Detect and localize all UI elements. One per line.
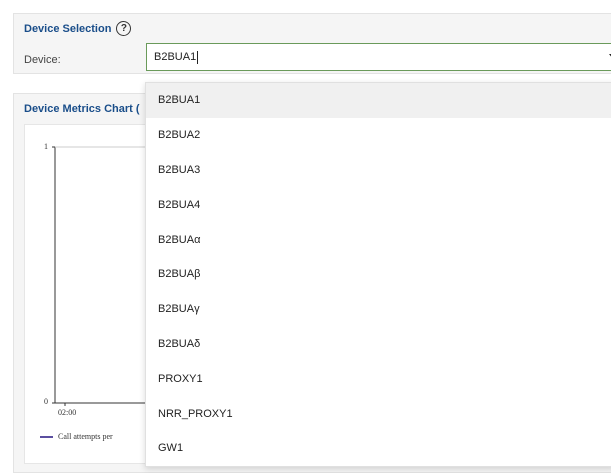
y-tick-label: 1 [44, 142, 48, 151]
text-cursor [197, 50, 199, 64]
dropdown-option[interactable]: B2BUA1 [146, 83, 611, 118]
metrics-chart-title: Device Metrics Chart ( [24, 103, 140, 115]
dropdown-option[interactable]: GW1 [146, 431, 611, 466]
dropdown-option[interactable]: NRR_PROXY1 [146, 396, 611, 431]
device-selection-title: Device Selection [24, 22, 112, 35]
dropdown-option[interactable]: B2BUA2 [146, 118, 611, 153]
device-selection-panel: Device Selection ? Device: B2BUA1 [13, 13, 611, 74]
x-tick-label: 02:00 [58, 408, 77, 417]
legend-swatch [40, 435, 53, 438]
dropdown-option[interactable]: B2BUAβ [146, 257, 611, 292]
dropdown-option[interactable]: B2BUAα [146, 222, 611, 257]
dropdown-option[interactable]: PROXY1 [146, 361, 611, 396]
dropdown-option[interactable]: B2BUAδ [146, 327, 611, 362]
chart-legend: Call attempts per [40, 432, 113, 441]
legend-label: Call attempts per [58, 432, 113, 441]
dropdown-option[interactable]: B2BUA4 [146, 187, 611, 222]
dropdown-option[interactable]: B2BUA3 [146, 153, 611, 188]
dropdown-option[interactable]: B2BUAγ [146, 292, 611, 327]
device-combobox[interactable]: B2BUA1 [146, 43, 611, 71]
help-icon[interactable]: ? [116, 21, 132, 36]
device-label: Device: [24, 54, 61, 66]
device-input-value: B2BUA1 [154, 51, 197, 63]
device-dropdown-list: B2BUA1 B2BUA2 B2BUA3 B2BUA4 B2BUAα B2BUAβ B2BU… [145, 82, 611, 467]
device-selection-header: Device Selection ? [24, 21, 132, 36]
y-tick-label: 0 [44, 397, 48, 406]
